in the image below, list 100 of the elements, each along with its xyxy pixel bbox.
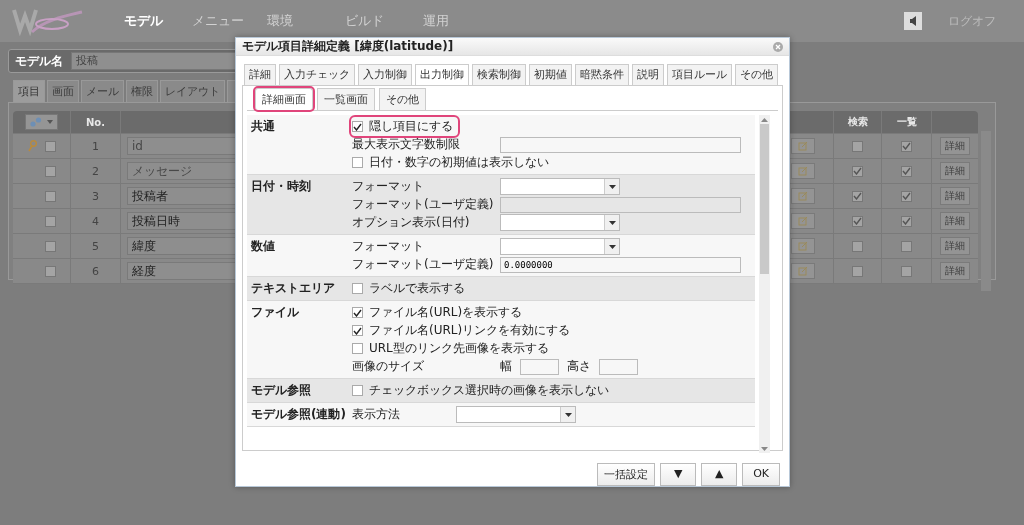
- dropdown[interactable]: [500, 214, 620, 231]
- field-label: 高さ: [567, 358, 591, 375]
- checkbox-option[interactable]: ラベルで表示する: [352, 280, 469, 297]
- input-field[interactable]: [500, 196, 741, 213]
- close-icon[interactable]: [773, 41, 783, 52]
- link-menu-button[interactable]: [25, 114, 58, 130]
- checkbox-option[interactable]: ファイル名(URL)を表示する: [352, 304, 527, 321]
- dialog-button[interactable]: ▲: [701, 463, 738, 486]
- row-number: 1: [92, 139, 99, 153]
- caret-icon: [608, 244, 616, 249]
- scroll-down-icon[interactable]: [761, 444, 768, 453]
- speaker-icon[interactable]: [904, 12, 922, 30]
- edit-button[interactable]: [791, 138, 816, 154]
- scrollbar[interactable]: [759, 115, 770, 453]
- scrollbar[interactable]: [981, 131, 991, 291]
- dropdown[interactable]: [500, 178, 620, 195]
- checkbox-option[interactable]: ファイル名(URL)リンクを有効にする: [352, 322, 575, 339]
- row-number: 2: [92, 164, 99, 178]
- dialog-button[interactable]: OK: [742, 463, 780, 486]
- edit-icon: [798, 191, 809, 201]
- field-label: 画像のサイズ: [352, 358, 425, 375]
- field-label: フォーマット(ユーザ定義): [352, 196, 495, 213]
- field-label: 表示方法: [352, 406, 401, 423]
- caret-icon: [47, 120, 53, 124]
- checkbox[interactable]: [352, 325, 363, 336]
- detail-button[interactable]: 詳細: [940, 262, 971, 280]
- input-field[interactable]: [599, 358, 638, 375]
- dialog-button[interactable]: 一括設定: [597, 463, 656, 486]
- edit-icon: [798, 216, 809, 226]
- field-label: オプション表示(日付): [352, 214, 471, 231]
- checkbox[interactable]: [852, 190, 864, 202]
- row-number: 6: [92, 264, 99, 278]
- edit-icon: [798, 241, 809, 251]
- edit-icon: [798, 141, 809, 151]
- tab[interactable]: 項目: [13, 80, 45, 102]
- checkbox[interactable]: [901, 265, 913, 277]
- tab[interactable]: 暗黙条件: [575, 64, 629, 85]
- checkbox[interactable]: [901, 240, 913, 252]
- tab[interactable]: 詳細: [244, 64, 276, 85]
- tab[interactable]: 入力制御: [358, 64, 412, 85]
- checkbox-option[interactable]: 日付・数字の初期値は表示しない: [352, 154, 553, 171]
- section-title: 日付・時刻: [251, 178, 312, 195]
- checkbox[interactable]: [901, 215, 913, 227]
- tab[interactable]: 説明: [632, 64, 664, 85]
- checkbox[interactable]: [44, 265, 56, 277]
- input-field[interactable]: [500, 136, 741, 153]
- tab[interactable]: その他: [379, 88, 426, 110]
- field-label: フォーマット: [352, 238, 425, 255]
- edit-icon: [798, 166, 809, 176]
- checkbox[interactable]: [352, 307, 363, 318]
- checkbox[interactable]: [352, 343, 363, 354]
- dropdown[interactable]: [500, 238, 620, 255]
- field-label: フォーマット: [352, 178, 425, 195]
- dialog-button[interactable]: ▼: [660, 463, 697, 486]
- column-header: No.: [85, 116, 105, 128]
- field-label: フォーマット(ユーザ定義): [352, 256, 495, 273]
- column-header: 一覧: [896, 115, 917, 129]
- checkbox[interactable]: [44, 215, 56, 227]
- section-title: ファイル: [251, 304, 300, 321]
- checkbox[interactable]: [352, 121, 363, 132]
- checkbox[interactable]: [901, 190, 913, 202]
- edit-icon: [798, 266, 809, 276]
- scroll-up-icon[interactable]: [761, 115, 768, 124]
- tab[interactable]: 初期値: [529, 64, 572, 85]
- checkbox[interactable]: [852, 265, 864, 277]
- section-title: テキストエリア: [251, 280, 336, 297]
- checkbox[interactable]: [852, 240, 864, 252]
- dropdown[interactable]: [456, 406, 576, 423]
- tab[interactable]: 詳細画面: [255, 88, 313, 110]
- tab[interactable]: 一覧画面: [317, 88, 375, 110]
- checkbox[interactable]: [352, 283, 363, 294]
- tab[interactable]: 出力制御: [415, 64, 469, 86]
- dialog-title: モデル項目詳細定義 [緯度(latitude)]: [242, 38, 454, 55]
- input-field[interactable]: 0.0000000: [500, 256, 741, 273]
- tab[interactable]: その他: [735, 64, 778, 85]
- detail-button[interactable]: 詳細: [940, 237, 971, 255]
- edit-button[interactable]: [791, 188, 816, 204]
- checkbox-option[interactable]: チェックボックス選択時の画像を表示しない: [352, 382, 613, 399]
- edit-button[interactable]: [791, 238, 816, 254]
- section-title: モデル参照(連動): [251, 406, 347, 423]
- checkbox[interactable]: [852, 215, 864, 227]
- checkbox-option[interactable]: 隠し項目にする: [352, 118, 457, 135]
- tab[interactable]: 項目ルール: [667, 64, 732, 85]
- checkbox-option[interactable]: URL型のリンク先画像を表示する: [352, 340, 553, 357]
- detail-button[interactable]: 詳細: [940, 212, 971, 230]
- row-number: 3: [92, 189, 99, 203]
- detail-button[interactable]: 詳細: [940, 187, 971, 205]
- input-field[interactable]: [520, 358, 559, 375]
- row-number: 4: [92, 214, 99, 228]
- section-title: 数値: [251, 238, 276, 255]
- tab[interactable]: 検索制御: [472, 64, 526, 85]
- edit-button[interactable]: [791, 213, 816, 229]
- checkbox[interactable]: [44, 190, 56, 202]
- checkbox[interactable]: [352, 157, 363, 168]
- edit-button[interactable]: [791, 263, 816, 279]
- column-header: 検索: [847, 115, 868, 129]
- field-label: 幅: [500, 358, 512, 375]
- tab[interactable]: 入力チェック: [279, 64, 355, 85]
- checkbox[interactable]: [352, 385, 363, 396]
- checkbox[interactable]: [44, 240, 56, 252]
